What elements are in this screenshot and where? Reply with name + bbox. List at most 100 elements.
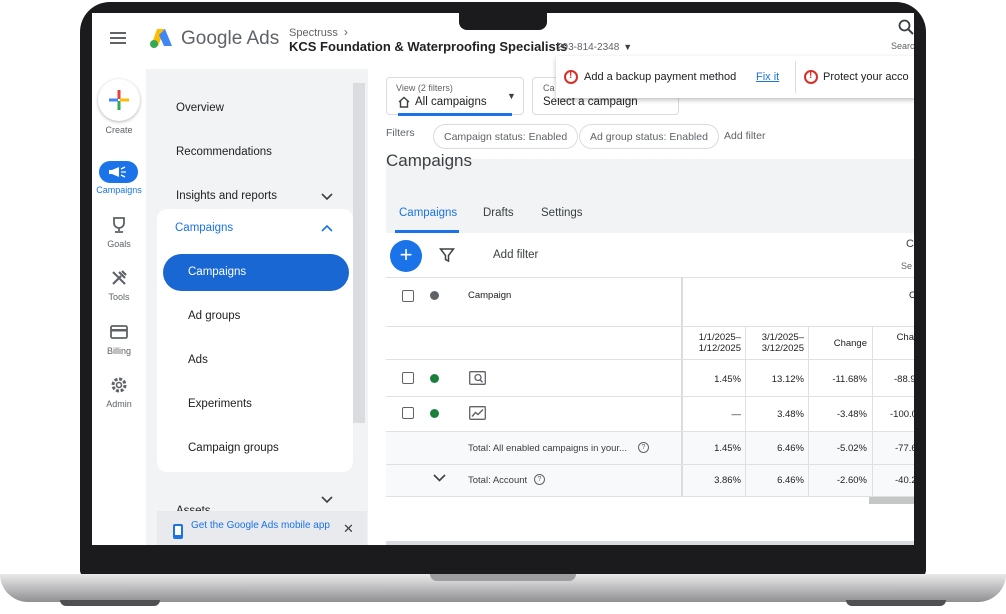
laptop-foot-left xyxy=(60,600,160,606)
menu-item-overview[interactable]: Overview xyxy=(176,102,224,114)
select-all-checkbox[interactable] xyxy=(402,290,414,302)
row-checkbox[interactable] xyxy=(402,407,414,419)
campaigns-table xyxy=(386,233,914,545)
filter-chip-campaign-status[interactable]: Campaign status: Enabled xyxy=(433,124,579,149)
tab-settings[interactable]: Settings xyxy=(541,207,583,219)
cell-value: -11.68% xyxy=(832,374,867,385)
view-selector-value: All campaigns xyxy=(415,96,487,108)
notification-protect-account[interactable]: Protect your acco xyxy=(823,71,909,83)
brand-name: Google Ads xyxy=(181,28,280,49)
cell-value: 13.12% xyxy=(771,374,804,385)
menu-item-recommendations[interactable]: Recommendations xyxy=(176,146,272,158)
horizontal-scrollbar[interactable] xyxy=(869,497,914,504)
caret-down-icon: ▼ xyxy=(623,42,633,52)
menu-scrollbar[interactable] xyxy=(353,83,365,423)
caret-down-icon: ▼ xyxy=(507,91,516,101)
column-header-period-1[interactable]: 1/1/2025– 1/12/2025 xyxy=(684,332,741,354)
campaign-column-header[interactable]: Campaign xyxy=(468,290,511,301)
status-header-dot xyxy=(430,291,439,300)
submenu-item-campaigns[interactable]: Campaigns xyxy=(188,266,246,278)
mobile-app-promo-link[interactable]: Get the Google Ads mobile app xyxy=(191,520,331,531)
error-icon xyxy=(804,70,818,84)
tools-icon[interactable] xyxy=(109,268,129,288)
cell-value: -77.6 xyxy=(895,443,914,454)
segment-icon[interactable]: C xyxy=(906,238,914,250)
cell-value: -5.02% xyxy=(836,443,867,454)
divider xyxy=(745,465,746,496)
notification-backup-payment: Add a backup payment method xyxy=(584,71,737,83)
search-campaign-icon xyxy=(469,371,486,385)
frozen-column-divider xyxy=(681,465,683,496)
home-icon xyxy=(398,96,410,108)
divider xyxy=(386,326,914,327)
column-header-change[interactable]: Change xyxy=(810,338,867,349)
divider xyxy=(386,277,914,278)
tab-campaigns[interactable]: Campaigns xyxy=(399,207,457,219)
submenu-item-ad-groups[interactable]: Ad groups xyxy=(188,310,240,322)
cell-value: — xyxy=(731,409,742,420)
create-label: Create xyxy=(105,125,133,135)
trophy-icon[interactable] xyxy=(109,215,129,235)
tools-label: Tools xyxy=(108,292,130,302)
account-id[interactable]: 293-814-2348 ▼ xyxy=(557,42,632,53)
cell-value: -40.2 xyxy=(895,475,914,486)
table-bottom-border xyxy=(386,541,914,545)
divider xyxy=(808,465,809,496)
chevron-up-icon[interactable] xyxy=(321,224,333,232)
chevron-down-icon[interactable] xyxy=(321,496,333,504)
nav-rail: Create Campaigns Goals Tools Billing Adm… xyxy=(92,69,146,545)
help-icon[interactable]: ? xyxy=(638,442,649,453)
chevron-down-icon[interactable] xyxy=(321,193,333,201)
divider xyxy=(386,396,914,397)
chevron-right-icon: › xyxy=(343,25,348,39)
fix-it-link[interactable]: Fix it xyxy=(756,71,779,83)
billing-icon[interactable] xyxy=(109,322,129,342)
filter-chip-ad-group-status[interactable]: Ad group status: Enabled xyxy=(579,124,719,149)
cell-value: -2.60% xyxy=(836,475,867,486)
create-button[interactable] xyxy=(98,79,140,121)
cell-value: 3.48% xyxy=(777,409,804,420)
menu-icon[interactable] xyxy=(110,32,126,44)
laptop-foot-right xyxy=(846,600,946,606)
total-enabled-label: Total: All enabled campaigns in your... xyxy=(468,443,627,454)
cell-value: -3.48% xyxy=(836,409,867,420)
cell-value: 1.45% xyxy=(714,443,741,454)
search-icon[interactable] xyxy=(898,19,914,35)
divider xyxy=(386,496,914,497)
gear-icon[interactable] xyxy=(109,375,129,395)
add-campaign-button[interactable]: + xyxy=(390,240,422,272)
tab-drafts[interactable]: Drafts xyxy=(483,207,514,219)
campaign-selector-label: Ca xyxy=(543,83,555,93)
account-name[interactable]: KCS Foundation & Waterproofing Specialis… xyxy=(289,39,567,54)
campaigns-rail-label: Campaigns xyxy=(96,185,142,195)
help-icon[interactable]: ? xyxy=(534,474,545,485)
megaphone-icon xyxy=(109,166,126,178)
menu-item-insights[interactable]: Insights and reports xyxy=(176,190,277,202)
filters-label: Filters xyxy=(386,127,415,139)
submenu-item-experiments[interactable]: Experiments xyxy=(188,398,252,410)
submenu-item-ads[interactable]: Ads xyxy=(188,354,208,366)
status-enabled-dot xyxy=(430,374,439,383)
account-parent[interactable]: Spectruss › xyxy=(289,25,348,39)
view-selector-label: View (2 filters) xyxy=(396,83,453,93)
total-account-label: Total: Account xyxy=(468,475,528,486)
metric-group-header: C xyxy=(909,290,914,301)
filter-icon[interactable] xyxy=(439,247,455,263)
add-filter-button[interactable]: Add filter xyxy=(493,249,538,261)
column-header-change-percent[interactable]: Cha xyxy=(873,332,914,343)
chevron-down-icon[interactable] xyxy=(433,474,446,482)
submenu-item-campaign-groups[interactable]: Campaign groups xyxy=(188,442,279,454)
campaigns-rail-button[interactable] xyxy=(99,161,138,183)
divider xyxy=(386,359,914,360)
display-campaign-icon xyxy=(469,406,486,420)
add-filter-link[interactable]: Add filter xyxy=(724,130,765,142)
menu-item-campaigns[interactable]: Campaigns xyxy=(175,222,233,234)
screen: Google Ads Spectruss › KCS Foundation & W… xyxy=(92,13,914,545)
page-title: Campaigns xyxy=(386,151,472,170)
close-icon[interactable]: ✕ xyxy=(343,521,354,537)
segment-label: Se xyxy=(901,261,913,271)
row-checkbox[interactable] xyxy=(402,372,414,384)
cell-value: -100.0 xyxy=(890,409,914,420)
admin-label: Admin xyxy=(106,399,132,409)
column-header-period-2[interactable]: 3/1/2025– 3/12/2025 xyxy=(747,332,804,354)
